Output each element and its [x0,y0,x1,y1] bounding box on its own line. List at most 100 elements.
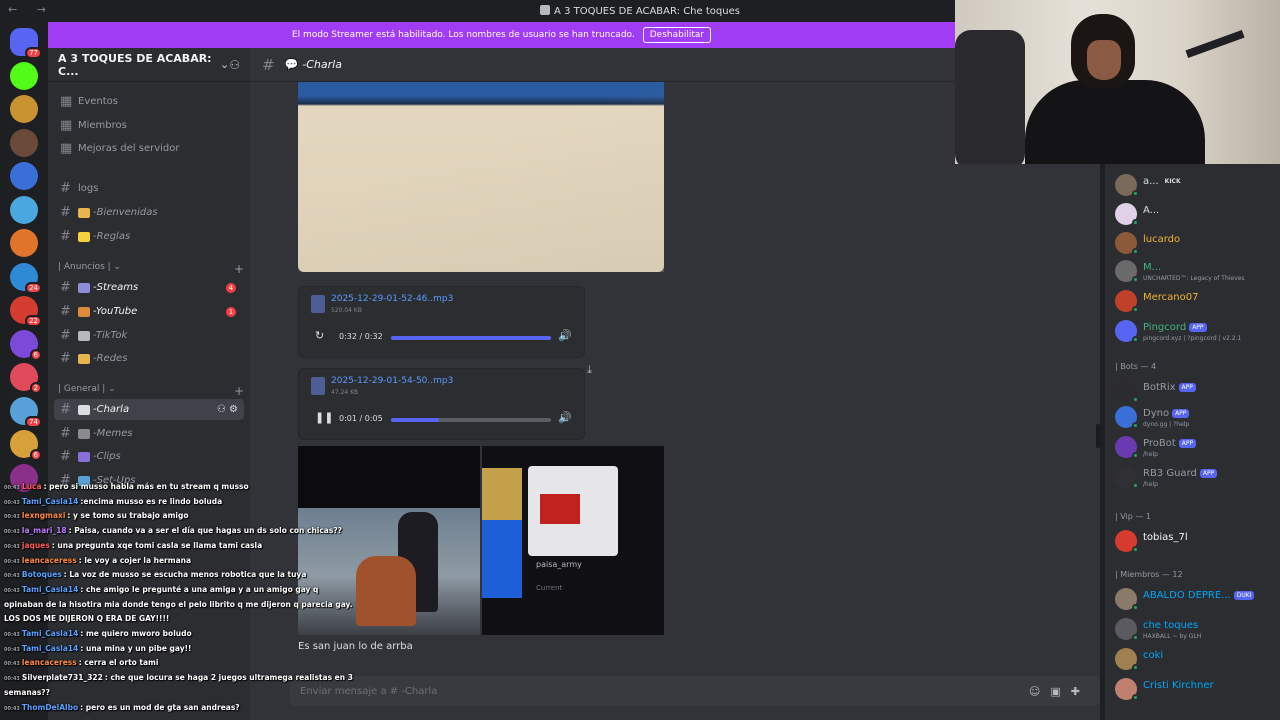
channel-item[interactable]: # -Memes [54,423,244,444]
add-channel-icon[interactable]: + [234,384,244,398]
server-icon[interactable] [10,61,38,90]
member-name: M... [1143,262,1162,273]
volume-icon[interactable]: 🔊 [558,329,572,342]
channel-item[interactable]: # -TikTok [54,325,244,346]
member-status: dyno.gg | ?help [1143,421,1190,428]
member-item[interactable]: lucardo [1115,230,1280,258]
volume-icon[interactable]: 🔊 [558,411,572,424]
member-item[interactable]: che toques HAXBALL ~ by GLH [1115,616,1280,644]
composer-tools[interactable]: ☺▣✚ [1029,685,1090,698]
unread-badge: 4 [226,282,236,293]
member-item[interactable]: Dyno APP dyno.gg | ?help [1115,404,1280,432]
gallery-status: Current [536,584,563,592]
member-status: /help [1143,481,1158,488]
chat-username: leancaceress [21,555,77,565]
scrollbar[interactable] [1096,424,1100,448]
chat-line: 00:43 Tami_Casla14: me quiero mworo bolud… [4,629,334,640]
member-item[interactable]: M... UNCHARTED™: Legacy of Thieves [1115,258,1280,286]
chat-timestamp: 00:43 [4,558,20,565]
sidebar-item-1[interactable]: ▦ Miembros [54,115,244,136]
invite-icon[interactable]: ⚇ [229,58,240,72]
member-item[interactable]: BotRix APP [1115,378,1280,406]
chat-message: : pero es un mod de gta san andreas? [80,702,240,712]
boost-icon: ▦ [60,141,73,156]
gif-icon[interactable]: ▣ [1050,685,1070,698]
server-icon[interactable]: 2 [10,363,42,394]
channel-item[interactable]: # -Bienvenidas [54,202,244,223]
image-attachment[interactable] [298,82,664,272]
audio-attachment: 2025-12-29-01-52-46..mp3 520.04 KB ↻ 0:3… [298,286,585,358]
audio-file-name[interactable]: 2025-12-29-01-52-46..mp3 [331,294,453,304]
server-icon[interactable]: 22 [10,296,42,327]
chat-message: : La voz de musso se escucha menos robot… [63,570,307,580]
member-item[interactable]: Mercano07 [1115,288,1280,316]
channel-item[interactable]: # -Charla ⚇ ⚙ [54,399,244,420]
channel-item[interactable]: # -Reglas [54,226,244,247]
member-tag: APP [1178,383,1196,392]
chat-message: : Paisa, cuando va a ser el día que haga… [68,526,343,536]
chat-timestamp: 00:43 [4,514,20,521]
add-channel-icon[interactable]: + [234,262,244,276]
server-icon[interactable] [10,162,38,190]
server-icon[interactable] [10,95,38,123]
member-item[interactable]: ProBot APP/help [1115,434,1280,462]
audio-file-name[interactable]: 2025-12-29-01-54-50..mp3 [331,376,453,386]
server-icon[interactable]: 77 [10,28,42,59]
member-item[interactable]: A... [1115,201,1280,229]
chat-line: 00:43 jaques: una pregunta xqe tomi casla… [4,541,334,552]
channel-item[interactable]: # logs [54,178,244,199]
chat-timestamp: 00:43 [4,485,20,491]
category-general[interactable]: | General | ⌄ + [58,384,244,398]
gift-icon[interactable]: ✚ [1071,685,1090,698]
disable-streamer-button[interactable]: Deshabilitar [642,27,712,43]
server-icon[interactable] [10,229,38,257]
channel-label: -TikTok [93,330,128,341]
member-item[interactable]: a... KICK [1115,172,1280,200]
member-group-label: | Vip — 1 [1115,512,1152,521]
server-icon[interactable]: 74 [10,396,42,428]
chat-timestamp: 00:43 [4,632,20,638]
pause-icon[interactable]: ❚❚ [315,411,333,424]
emoji-icon[interactable]: ☺ [1029,685,1050,698]
sidebar-item-label: Mejoras del servidor [78,143,180,154]
channel-label: -Reglas [93,231,131,242]
chat-line: LOS DOS ME DIJERON Q ERA DE GAY!!!! [4,614,334,624]
server-icon[interactable]: 6 [10,430,42,461]
channel-item[interactable]: # -Redes [54,348,244,369]
avatar [1115,174,1139,197]
member-item[interactable]: tobias_7l [1115,528,1280,556]
member-item[interactable]: Pingcord APP pingcord.xyz | ?pingcord | v2… [1115,318,1280,346]
chat-message: : me quiero mworo boludo [80,629,192,638]
category-anuncios[interactable]: | Anuncios | ⌄ + [58,262,244,276]
member-item[interactable]: coki [1115,646,1280,674]
member-group-label: | Bots — 4 [1115,362,1157,371]
chat-username: jaques [21,540,50,550]
gallery-image-2[interactable]: paisa_army Current [482,446,664,635]
chat-line: 00:43 leancaceress: cerra el orto tami [4,658,334,669]
replay-icon[interactable]: ↻ [315,329,324,342]
download-icon[interactable]: ⤓ [587,363,592,377]
server-icon[interactable]: 24 [10,262,42,294]
avatar [1115,588,1139,611]
guild-header[interactable]: A 3 TOQUES DE ACABAR: C... ⌄ ⚇ [48,48,250,82]
sidebar-item-2[interactable]: ▦ Mejoras del servidor [54,138,244,159]
unread-badge: 2 [29,382,42,394]
channel-item[interactable]: # -YouTube 1 [54,301,244,322]
server-icon[interactable] [10,128,38,157]
sidebar-item-0[interactable]: ▦ Eventos [54,91,244,112]
server-icon[interactable] [10,195,38,224]
member-item[interactable]: RB3 Guard APP/help [1115,464,1280,492]
member-name: ABALDO DEPRE... DUKI [1143,590,1255,601]
channel-item[interactable]: # -Clips [54,446,244,467]
audio-file-size: 520.04 KB [331,307,362,314]
audio-progress[interactable] [391,418,551,422]
channel-settings-icon[interactable]: ⚇ ⚙ [217,404,238,415]
message-composer[interactable]: Enviar mensaje a # -Charla ☺▣✚ [290,676,1100,706]
server-icon[interactable]: 6 [10,329,42,361]
member-item[interactable]: Cristi Kirchner [1115,676,1280,704]
member-item[interactable]: ABALDO DEPRE... DUKI [1115,586,1280,614]
chat-timestamp: 00:43 [4,573,20,580]
channel-item[interactable]: # -Streams 4 [54,277,244,298]
audio-progress[interactable] [391,336,551,340]
hash-icon: # [60,328,71,343]
